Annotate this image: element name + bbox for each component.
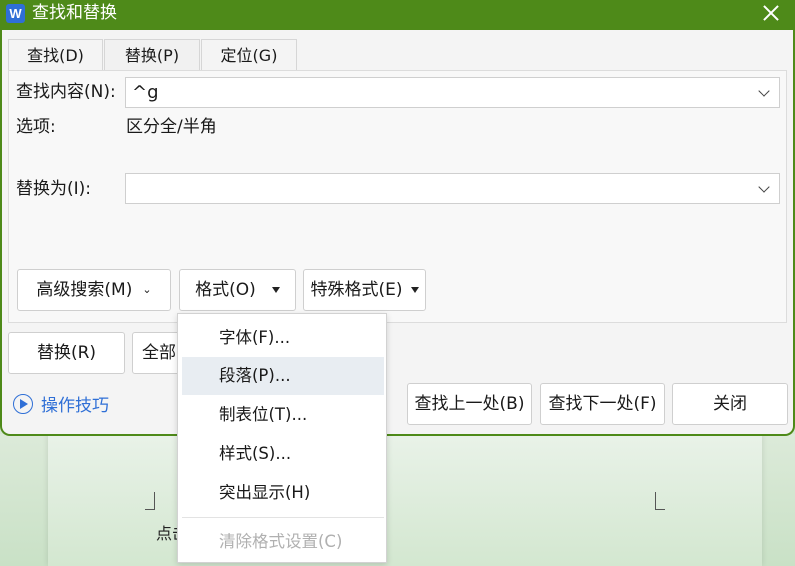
caret-down-icon	[271, 287, 280, 293]
find-what-value: ^g	[132, 82, 159, 103]
find-what-input[interactable]: ^g	[125, 77, 780, 108]
close-button[interactable]: 关闭	[672, 383, 788, 425]
chevron-down-icon[interactable]	[758, 85, 770, 97]
format-button[interactable]: 格式(O)	[179, 269, 296, 311]
options-value: 区分全/半角	[126, 117, 217, 137]
find-what-label: 查找内容(N):	[16, 82, 116, 102]
advanced-search-button[interactable]: 高级搜索(M) ⌄	[17, 269, 171, 311]
tab-goto[interactable]: 定位(G)	[201, 39, 297, 70]
special-format-button[interactable]: 特殊格式(E)	[303, 269, 426, 311]
page-corner-mark-right	[655, 492, 665, 510]
replace-with-label: 替换为(I):	[16, 179, 92, 199]
title-bar[interactable]: W 查找和替换	[0, 0, 795, 28]
dialog-title: 查找和替换	[32, 3, 117, 23]
menu-item-highlight[interactable]: 突出显示(H)	[182, 474, 384, 512]
options-label: 选项:	[16, 117, 56, 137]
operation-tips-link[interactable]: 操作技巧	[13, 393, 109, 419]
menu-item-font[interactable]: 字体(F)...	[182, 319, 384, 357]
menu-item-style[interactable]: 样式(S)...	[182, 435, 384, 473]
close-icon[interactable]	[758, 0, 784, 26]
menu-separator	[182, 517, 384, 518]
tips-label: 操作技巧	[41, 396, 109, 416]
dialog-client-area: 查找(D) 替换(P) 定位(G) 查找内容(N): ^g 选项: 区分全/半角…	[2, 30, 793, 434]
menu-item-clear-formatting: 清除格式设置(C)	[219, 532, 343, 551]
find-previous-button[interactable]: 查找上一处(B)	[407, 383, 532, 425]
document-text: 点击	[156, 524, 178, 543]
double-chevron-down-icon: ⌄	[142, 283, 152, 296]
replace-button[interactable]: 替换(R)	[8, 332, 125, 374]
find-next-button[interactable]: 查找下一处(F)	[540, 383, 665, 425]
play-circle-icon	[13, 394, 33, 414]
replace-panel: 查找内容(N): ^g 选项: 区分全/半角 替换为(I): 高级搜索(M) ⌄ …	[8, 70, 787, 323]
wps-writer-icon: W	[6, 4, 25, 23]
format-label: 格式(O)	[195, 280, 256, 300]
menu-item-paragraph[interactable]: 段落(P)...	[182, 357, 384, 395]
menu-item-tabs[interactable]: 制表位(T)...	[182, 396, 384, 434]
tab-find[interactable]: 查找(D)	[8, 39, 103, 70]
caret-down-icon	[410, 287, 419, 293]
chevron-down-icon[interactable]	[758, 181, 770, 193]
advanced-search-label: 高级搜索(M)	[36, 280, 133, 300]
format-dropdown-menu: 字体(F)... 段落(P)... 制表位(T)... 样式(S)... 突出显…	[177, 313, 387, 563]
find-replace-dialog: W 查找和替换 查找(D) 替换(P) 定位(G) 查找内容(N): ^g 选项…	[0, 0, 795, 436]
tab-replace[interactable]: 替换(P)	[104, 39, 200, 71]
replace-with-input[interactable]	[125, 173, 780, 204]
page-corner-mark-left	[145, 492, 155, 510]
special-format-label: 特殊格式(E)	[310, 280, 403, 300]
